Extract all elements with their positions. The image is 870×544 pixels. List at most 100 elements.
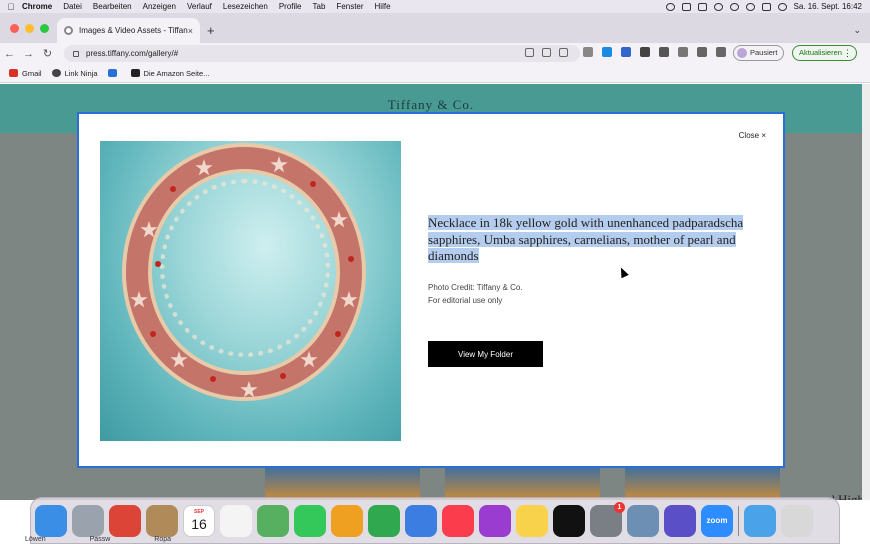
- launchpad-icon[interactable]: [72, 504, 104, 537]
- reminders-icon[interactable]: [220, 504, 252, 537]
- extension-2-icon[interactable]: [602, 47, 612, 57]
- tab-search-icon[interactable]: ⌄: [853, 25, 861, 36]
- bookmark-label: Gmail: [22, 68, 42, 78]
- keynote-icon[interactable]: [405, 504, 437, 537]
- new-tab-icon[interactable]: +: [207, 23, 215, 38]
- music-icon[interactable]: [442, 504, 474, 537]
- menubar:  Chrome Datei Bearbeiten Anzeigen Verla…: [0, 0, 870, 13]
- desktop-label[interactable]: Passw: [90, 536, 111, 543]
- sapphire-gem: [170, 186, 176, 192]
- wifi-icon[interactable]: [729, 2, 739, 11]
- update-chrome-button[interactable]: Aktualisieren: [792, 45, 857, 61]
- bookmark-extension[interactable]: [107, 69, 121, 77]
- menu-verlauf[interactable]: Verlauf: [187, 2, 212, 11]
- notification-badge: 1: [614, 501, 625, 513]
- desktop-label[interactable]: Ropa: [154, 536, 171, 543]
- tv-icon[interactable]: [553, 504, 585, 537]
- site-info-icon[interactable]: [73, 50, 79, 57]
- podcasts-icon[interactable]: [479, 504, 511, 537]
- maps-icon[interactable]: [257, 504, 289, 537]
- tab-title: Images & Video Assets - Tiffan: [79, 26, 188, 35]
- selected-description-text: Necklace in 18k yellow gold with unenhan…: [428, 215, 744, 263]
- extension-icon: [107, 69, 117, 77]
- calendar-month: SEP: [193, 508, 204, 515]
- battery-icon[interactable]: [697, 2, 707, 11]
- close-tab-icon[interactable]: ×: [188, 26, 193, 36]
- settings-icon[interactable]: 1: [590, 501, 625, 537]
- bookmark-label: Link Ninja: [64, 68, 98, 78]
- apple-icon[interactable]: : [0, 2, 22, 12]
- search-icon[interactable]: [745, 2, 755, 11]
- address-bar[interactable]: press.tiffany.com/gallery/#: [64, 45, 580, 62]
- translate-icon[interactable]: [525, 48, 534, 57]
- close-modal-button[interactable]: Close ×: [739, 131, 766, 140]
- back-icon[interactable]: ←: [0, 48, 19, 60]
- menu-chrome[interactable]: Chrome: [22, 2, 52, 11]
- menu-datei[interactable]: Datei: [63, 2, 82, 11]
- sapphire-gem: [348, 256, 354, 262]
- chrome-icon[interactable]: [109, 504, 141, 537]
- menu-lesezeichen[interactable]: Lesezeichen: [223, 2, 268, 11]
- menu-tab[interactable]: Tab: [313, 2, 326, 11]
- necklace-photo[interactable]: [100, 141, 401, 441]
- profile-paused-button[interactable]: Pausiert: [733, 45, 784, 61]
- tiffany-logo[interactable]: Tiffany & Co.: [0, 97, 862, 113]
- browser-tab[interactable]: Images & Video Assets - Tiffan ×: [57, 18, 200, 43]
- bookmark-star-icon[interactable]: [559, 48, 568, 57]
- downloads-icon[interactable]: [744, 504, 776, 537]
- gallery-thumbnail[interactable]: [265, 466, 420, 500]
- screen-share-icon[interactable]: [681, 2, 691, 11]
- menubar-clock[interactable]: Sa. 16. Sept. 16:42: [794, 2, 863, 11]
- trash-icon[interactable]: [781, 504, 813, 537]
- link-ninja-icon: [51, 69, 61, 77]
- menu-profile[interactable]: Profile: [279, 2, 302, 11]
- pages-icon[interactable]: [331, 504, 363, 537]
- bookmark-label: Die Amazon Seite...: [143, 68, 210, 78]
- calendar-icon[interactable]: SEP 16: [183, 504, 215, 537]
- view-my-folder-button[interactable]: View My Folder: [428, 341, 543, 367]
- contacts-icon[interactable]: [146, 504, 178, 537]
- close-window-icon[interactable]: [10, 24, 19, 33]
- menu-bearbeiten[interactable]: Bearbeiten: [93, 2, 132, 11]
- preview-icon[interactable]: [627, 504, 659, 537]
- menu-hilfe[interactable]: Hilfe: [375, 2, 391, 11]
- facetime-icon[interactable]: [294, 504, 326, 537]
- page-scrollbar[interactable]: [862, 84, 870, 500]
- zoom-window-icon[interactable]: [40, 24, 49, 33]
- imovie-icon[interactable]: [664, 504, 696, 537]
- desktop-label[interactable]: Löwen: [25, 536, 46, 543]
- tiffany-favicon-icon: [64, 26, 73, 35]
- side-panel-icon[interactable]: [716, 47, 726, 57]
- extensions-puzzle-icon[interactable]: [659, 47, 669, 57]
- extension-4-icon[interactable]: [640, 47, 650, 57]
- minimize-window-icon[interactable]: [25, 24, 34, 33]
- numbers-icon[interactable]: [368, 504, 400, 537]
- bookmark-amazon[interactable]: Die Amazon Seite...: [130, 68, 210, 78]
- menu-anzeigen[interactable]: Anzeigen: [143, 2, 176, 11]
- focus-icon[interactable]: [665, 2, 675, 11]
- menu-fenster[interactable]: Fenster: [336, 2, 363, 11]
- notes-icon[interactable]: [516, 504, 548, 537]
- bluetooth-icon[interactable]: [713, 2, 723, 11]
- downloads-toolbar-icon[interactable]: [697, 47, 707, 57]
- asset-description: Necklace in 18k yellow gold with unenhan…: [428, 215, 748, 265]
- gallery-thumbnail[interactable]: [445, 466, 600, 500]
- share-icon[interactable]: [542, 48, 551, 57]
- bookmark-gmail[interactable]: Gmail: [9, 69, 42, 78]
- forward-icon[interactable]: →: [19, 48, 38, 60]
- media-icon[interactable]: [678, 47, 688, 57]
- gallery-thumbnail[interactable]: [625, 466, 780, 500]
- zoom-icon[interactable]: zoom: [701, 504, 733, 537]
- bookmark-link-ninja[interactable]: Link Ninja: [51, 68, 98, 78]
- photo-credit: Photo Credit: Tiffany & Co. For editoria…: [428, 281, 523, 307]
- extension-1-icon[interactable]: [583, 47, 593, 57]
- reload-icon[interactable]: ↻: [38, 47, 57, 60]
- dock-separator: [738, 505, 739, 536]
- finder-icon[interactable]: [35, 504, 67, 537]
- screen:  Chrome Datei Bearbeiten Anzeigen Verla…: [0, 0, 870, 544]
- extension-3-icon[interactable]: [621, 47, 631, 57]
- siri-icon[interactable]: [777, 2, 787, 11]
- credit-line: Photo Credit: Tiffany & Co.: [428, 283, 523, 292]
- sapphire-gem: [210, 376, 216, 382]
- control-center-icon[interactable]: [761, 2, 771, 11]
